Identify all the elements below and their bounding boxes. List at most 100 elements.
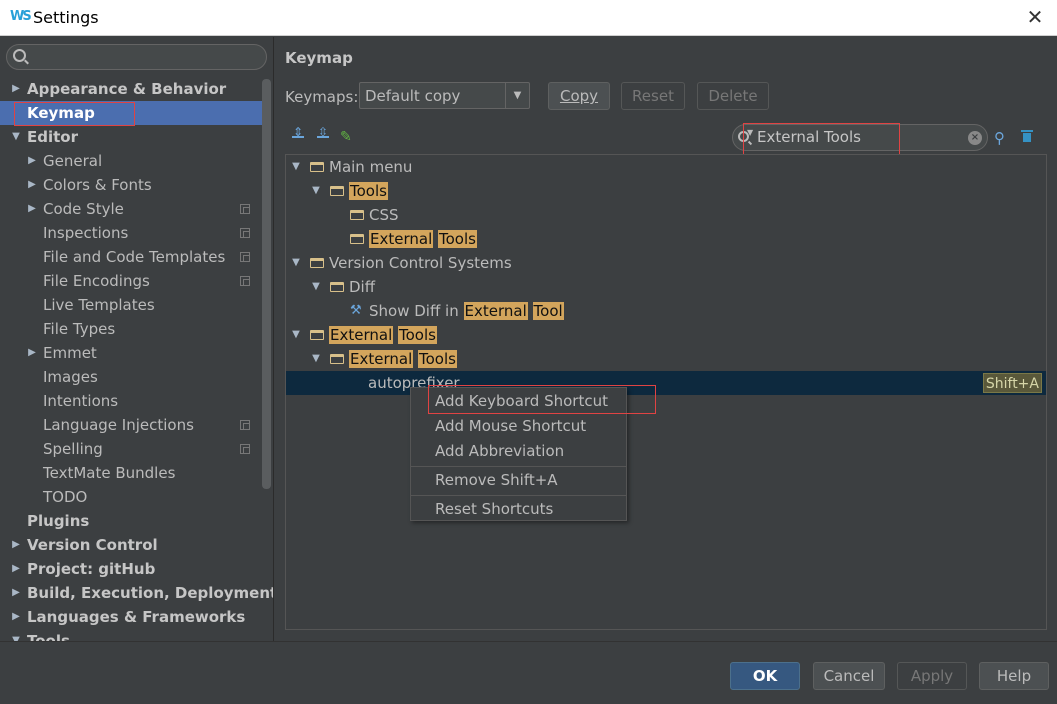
sidebar-item[interactable]: File and Code Templates bbox=[0, 245, 262, 269]
menu-item[interactable]: Reset Shortcuts bbox=[411, 497, 626, 522]
keymap-tree-row[interactable]: ▼ Diff bbox=[286, 275, 1046, 299]
expand-all-icon[interactable] bbox=[290, 125, 306, 145]
sidebar-item[interactable]: ▼ Editor bbox=[0, 125, 262, 149]
folder-icon bbox=[330, 282, 344, 292]
sidebar-item[interactable]: ▶ Project: gitHub bbox=[0, 557, 262, 581]
keymap-tree-row[interactable]: ▼ Main menu bbox=[286, 155, 1046, 179]
keymaps-select[interactable]: Default copy ▼ bbox=[359, 82, 530, 109]
chevron-right-icon[interactable]: ▶ bbox=[10, 605, 22, 629]
search-match: Tools bbox=[349, 182, 388, 200]
folder-icon bbox=[330, 354, 344, 364]
sidebar-item-label: Colors & Fonts bbox=[43, 176, 152, 194]
sidebar-search-input[interactable] bbox=[31, 47, 261, 67]
collapse-all-icon[interactable] bbox=[315, 125, 331, 145]
sidebar-item-label: TODO bbox=[43, 488, 88, 506]
sidebar-item[interactable]: ▶ Build, Execution, Deployment bbox=[0, 581, 273, 605]
sidebar-item[interactable]: File Encodings bbox=[0, 269, 262, 293]
sidebar-item-label: General bbox=[43, 152, 103, 170]
find-by-shortcut-icon[interactable]: ⚲ bbox=[994, 129, 1005, 147]
settings-tree: ▶ Appearance & Behavior Keymap ▼ Editor ▶ Gene… bbox=[0, 77, 273, 641]
trash-icon[interactable] bbox=[1021, 128, 1033, 143]
chevron-right-icon[interactable]: ▶ bbox=[26, 149, 38, 173]
sidebar-item[interactable]: TextMate Bundles bbox=[0, 461, 262, 485]
sidebar-item[interactable]: Language Injections bbox=[0, 413, 262, 437]
close-icon[interactable]: ✕ bbox=[1023, 5, 1047, 29]
sidebar-item[interactable]: ▶ Emmet bbox=[0, 341, 262, 365]
sidebar-item[interactable]: Intentions bbox=[0, 389, 262, 413]
label-text bbox=[528, 302, 533, 320]
shortcut-badge: Shift+A bbox=[982, 373, 1042, 393]
keymap-tree-row[interactable]: ▼ Version Control Systems bbox=[286, 251, 1046, 275]
chevron-down-icon[interactable]: ▼ bbox=[10, 629, 22, 641]
chevron-down-icon[interactable]: ▼ bbox=[310, 347, 322, 371]
settings-sidebar: ▶ Appearance & Behavior Keymap ▼ Editor ▶ Gene… bbox=[0, 37, 274, 641]
keymap-tree-row[interactable]: ▼ External Tools bbox=[286, 323, 1046, 347]
chevron-down-icon[interactable]: ▼ bbox=[10, 125, 22, 149]
keymap-tree-row[interactable]: External Tools bbox=[286, 227, 1046, 251]
chevron-right-icon[interactable]: ▶ bbox=[26, 173, 38, 197]
chevron-right-icon[interactable]: ▶ bbox=[26, 341, 38, 365]
sidebar-item[interactable]: ▶ Version Control bbox=[0, 533, 262, 557]
keymap-tree-row[interactable]: ▼ External Tools bbox=[286, 347, 1046, 371]
chevron-down-icon[interactable]: ▼ bbox=[290, 323, 302, 347]
sidebar-item[interactable]: ▶ Colors & Fonts bbox=[0, 173, 262, 197]
sidebar-item-label: Live Templates bbox=[43, 296, 155, 314]
clear-icon[interactable]: × bbox=[968, 131, 982, 145]
sidebar-item[interactable]: Live Templates bbox=[0, 293, 262, 317]
chevron-down-icon[interactable]: ▼ bbox=[290, 251, 302, 275]
menu-item[interactable]: Remove Shift+A bbox=[411, 468, 626, 493]
chevron-down-icon[interactable]: ▼ bbox=[310, 179, 322, 203]
keymap-tree-row[interactable]: ⚒ Show Diff in External Tool bbox=[286, 299, 1046, 323]
reset-button[interactable]: Reset bbox=[621, 82, 685, 110]
sidebar-item[interactable]: Spelling bbox=[0, 437, 262, 461]
chevron-right-icon[interactable]: ▶ bbox=[10, 581, 22, 605]
sidebar-item-label: File Encodings bbox=[43, 272, 150, 290]
sidebar-item-label: Intentions bbox=[43, 392, 119, 410]
sidebar-item[interactable]: Inspections bbox=[0, 221, 262, 245]
sidebar-item[interactable]: TODO bbox=[0, 485, 262, 509]
chevron-down-icon[interactable]: ▼ bbox=[290, 155, 302, 179]
keymap-tree-row[interactable]: CSS bbox=[286, 203, 1046, 227]
sidebar-item-label: Emmet bbox=[43, 344, 97, 362]
label-text: Version Control Systems bbox=[329, 254, 512, 272]
search-match: Tools bbox=[438, 230, 477, 248]
keymap-tree-row[interactable]: ▼ Tools bbox=[286, 179, 1046, 203]
delete-button[interactable]: Delete bbox=[697, 82, 769, 110]
keymap-action-label: External Tools bbox=[349, 347, 457, 371]
chevron-down-icon[interactable]: ▼ bbox=[310, 275, 322, 299]
help-button[interactable]: Help bbox=[979, 662, 1049, 690]
menu-separator bbox=[411, 466, 626, 467]
sidebar-item[interactable]: ▶ Code Style bbox=[0, 197, 262, 221]
sidebar-item[interactable]: Images bbox=[0, 365, 262, 389]
keymap-action-label: Tools bbox=[349, 179, 388, 203]
sidebar-search-box[interactable] bbox=[6, 44, 267, 70]
sidebar-item[interactable]: Plugins bbox=[0, 509, 262, 533]
ok-button[interactable]: OK bbox=[730, 662, 800, 690]
sidebar-scrollbar[interactable] bbox=[262, 79, 271, 489]
sidebar-item[interactable]: ▶ Languages & Frameworks bbox=[0, 605, 262, 629]
page-title: Keymap bbox=[285, 49, 353, 67]
sidebar-item-label: File and Code Templates bbox=[43, 248, 226, 266]
menu-separator bbox=[411, 495, 626, 496]
cancel-button[interactable]: Cancel bbox=[813, 662, 885, 690]
sidebar-item[interactable]: ▶ General bbox=[0, 149, 262, 173]
copy-button[interactable]: Copy bbox=[548, 82, 610, 110]
chevron-right-icon[interactable]: ▶ bbox=[10, 533, 22, 557]
chevron-right-icon[interactable]: ▶ bbox=[10, 557, 22, 581]
sidebar-item[interactable]: ▶ Appearance & Behavior bbox=[0, 77, 262, 101]
dialog-footer: OK Cancel Apply Help bbox=[0, 641, 1057, 704]
chevron-down-icon[interactable]: ▼ bbox=[505, 83, 529, 108]
edit-icon[interactable]: ✎ bbox=[340, 129, 356, 145]
chevron-right-icon[interactable]: ▶ bbox=[10, 77, 22, 101]
menu-item[interactable]: Add Mouse Shortcut bbox=[411, 414, 626, 439]
keymap-action-label: Diff bbox=[349, 275, 375, 299]
sidebar-item[interactable]: File Types bbox=[0, 317, 262, 341]
apply-button[interactable]: Apply bbox=[897, 662, 967, 690]
chevron-right-icon[interactable]: ▶ bbox=[26, 197, 38, 221]
sidebar-item-label: Build, Execution, Deployment bbox=[27, 584, 274, 602]
keymap-tree-row[interactable]: autoprefixer Shift+A bbox=[286, 371, 1046, 395]
menu-item[interactable]: Add Abbreviation bbox=[411, 439, 626, 464]
sidebar-item[interactable]: ▼ Tools bbox=[0, 629, 262, 641]
sidebar-item-label: Editor bbox=[27, 128, 78, 146]
project-scope-icon bbox=[240, 276, 250, 286]
